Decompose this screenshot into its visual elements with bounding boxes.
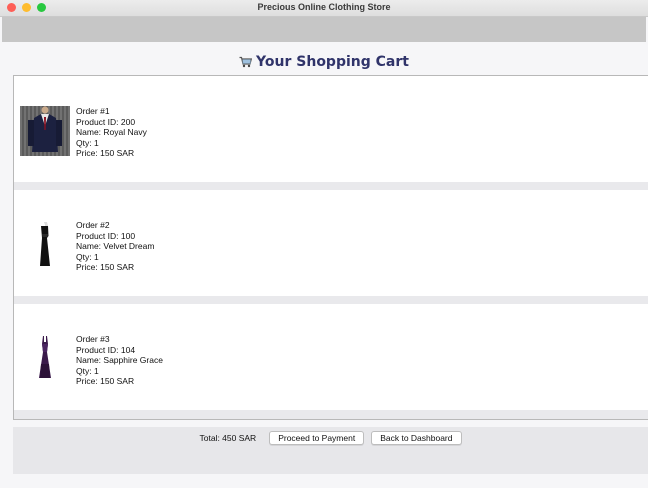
total-label: Total: 450 SAR bbox=[199, 433, 257, 443]
product-qty: Qty: 1 bbox=[76, 137, 99, 148]
product-qty: Qty: 1 bbox=[76, 251, 99, 262]
product-name: Name: Velvet Dream bbox=[76, 241, 155, 252]
order-number: Order #3 bbox=[76, 334, 110, 344]
toolbar-band bbox=[2, 17, 646, 42]
page-title-text: Your Shopping Cart bbox=[256, 54, 409, 70]
footer-actions: Total: 450 SAR Proceed to Payment Back t… bbox=[13, 431, 648, 445]
page-title: Your Shopping Cart bbox=[0, 54, 648, 72]
shopping-cart-icon bbox=[239, 56, 253, 72]
order-details: Order #1 Product ID: 200 Name: Royal Nav… bbox=[76, 106, 147, 159]
product-id: Product ID: 200 bbox=[76, 116, 136, 127]
proceed-to-payment-button[interactable]: Proceed to Payment bbox=[269, 431, 365, 445]
product-id: Product ID: 100 bbox=[76, 230, 136, 241]
product-price: Price: 150 SAR bbox=[76, 376, 135, 387]
product-qty: Qty: 1 bbox=[76, 365, 99, 376]
order-number: Order #1 bbox=[76, 106, 110, 116]
order-details: Order #2 Product ID: 100 Name: Velvet Dr… bbox=[76, 220, 154, 273]
product-name: Name: Sapphire Grace bbox=[76, 355, 163, 366]
cart-list[interactable]: Order #1 Product ID: 200 Name: Royal Nav… bbox=[13, 75, 648, 420]
product-name: Name: Royal Navy bbox=[76, 127, 147, 138]
window-titlebar: Precious Online Clothing Store bbox=[0, 0, 648, 17]
navy-suit-image bbox=[20, 106, 70, 156]
purple-dress-image bbox=[20, 334, 70, 384]
cart-item: Order #3 Product ID: 104 Name: Sapphire … bbox=[14, 304, 648, 410]
cart-item: Order #1 Product ID: 200 Name: Royal Nav… bbox=[14, 76, 648, 182]
product-price: Price: 150 SAR bbox=[76, 262, 135, 273]
product-price: Price: 150 SAR bbox=[76, 148, 135, 159]
black-dress-image bbox=[20, 220, 70, 270]
order-number: Order #2 bbox=[76, 220, 110, 230]
product-id: Product ID: 104 bbox=[76, 344, 136, 355]
cart-item: Order #2 Product ID: 100 Name: Velvet Dr… bbox=[14, 190, 648, 296]
order-details: Order #3 Product ID: 104 Name: Sapphire … bbox=[76, 334, 163, 387]
back-to-dashboard-button[interactable]: Back to Dashboard bbox=[371, 431, 462, 445]
window-title: Precious Online Clothing Store bbox=[257, 2, 391, 12]
cart-footer: Total: 450 SAR Proceed to Payment Back t… bbox=[13, 427, 648, 474]
